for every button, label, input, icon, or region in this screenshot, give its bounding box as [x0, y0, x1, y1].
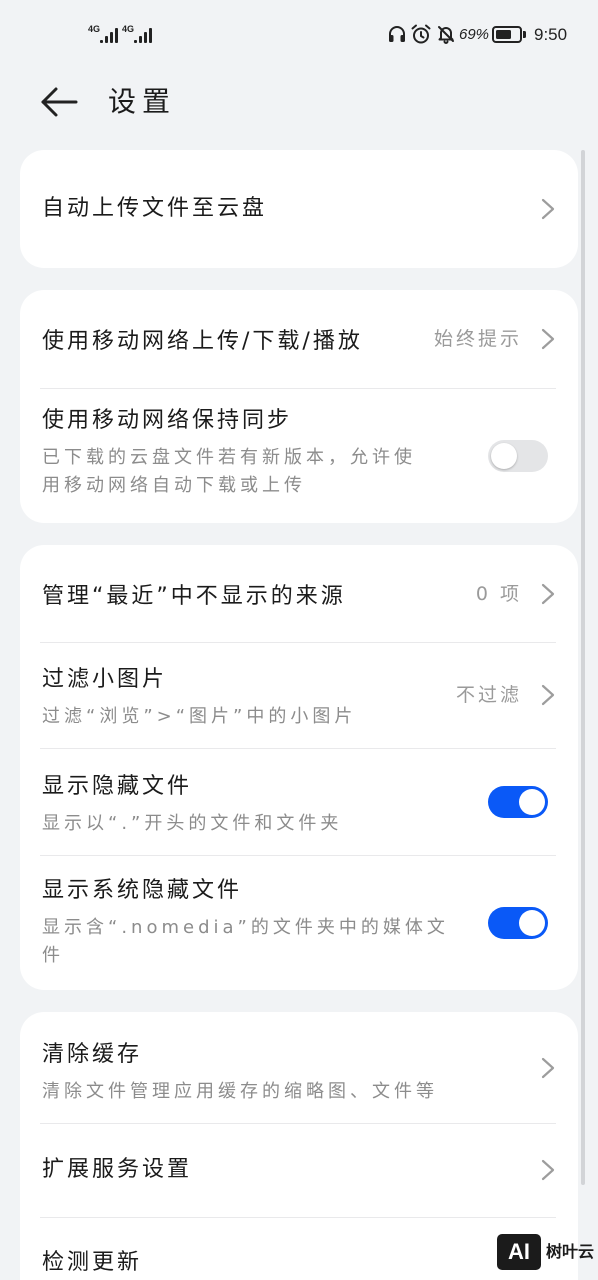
- bell-off-icon: [438, 26, 454, 44]
- filter-small-images-value: 不过滤: [455, 684, 522, 706]
- hidden-recent-sources-row[interactable]: 管理“最近”中不显示的来源 0 项: [20, 545, 578, 642]
- network-type-label: 4G: [122, 24, 135, 34]
- extension-services-title: 扩展服务设置: [42, 1157, 193, 1182]
- signal-bars: [134, 27, 154, 43]
- chevron-right-icon: [541, 1057, 555, 1078]
- subtitle-line: 显示含“.nomedia”的文件夹中的媒体文: [42, 916, 449, 938]
- mobile-data-sync-subtitle: 已下载的云盘文件若有新版本，允许使 用移动网络自动下载或上传: [42, 444, 476, 500]
- watermark-text: 树叶云: [546, 1242, 595, 1261]
- battery-body: [492, 26, 522, 43]
- chevron-right-icon: [541, 328, 555, 350]
- toggle-knob: [519, 788, 545, 815]
- battery-fill: [496, 30, 512, 39]
- extension-services-row[interactable]: 扩展服务设置: [20, 1123, 578, 1217]
- chevron-right-icon: [541, 583, 555, 604]
- chevron-right-icon: [541, 198, 555, 220]
- row-text: 过滤小图片 过滤“浏览”>“图片”中的小图片: [42, 665, 444, 731]
- show-hidden-files-title: 显示隐藏文件: [42, 773, 193, 799]
- arrow-left-icon: [41, 87, 78, 117]
- row-trailing: 始终提示: [434, 326, 555, 352]
- filter-small-images-row[interactable]: 过滤小图片 过滤“浏览”>“图片”中的小图片 不过滤: [20, 642, 578, 748]
- display-settings-card: 管理“最近”中不显示的来源 0 项 过滤小图片 过滤“浏览”>“图片”中的小图片…: [20, 545, 578, 990]
- mobile-data-transfer-value: 始终提示: [433, 328, 522, 350]
- subtitle-line: 已下载的云盘文件若有新版本，允许使: [42, 446, 416, 468]
- subtitle-line: 显示以“.”开头的文件和文件夹: [42, 812, 343, 834]
- mobile-network-card: 使用移动网络上传/下载/播放 始终提示 使用移动网络保持同步 已下载的云盘文件若…: [20, 290, 578, 523]
- scrollbar[interactable]: [581, 150, 585, 1185]
- subtitle-line: 过滤“浏览”>“图片”中的小图片: [42, 706, 357, 727]
- row-trailing: [488, 785, 555, 818]
- signal-bars-icon: 4G: [122, 22, 154, 44]
- show-hidden-files-subtitle: 显示以“.”开头的文件和文件夹: [42, 810, 476, 838]
- clear-cache-title: 清除缓存: [42, 1041, 143, 1067]
- subtitle-line: 用移动网络自动下载或上传: [42, 474, 306, 496]
- row-trailing: 不过滤: [456, 682, 555, 708]
- chevron-right-icon: [541, 1159, 555, 1181]
- toggle-knob: [519, 909, 545, 936]
- row-text: 清除缓存 清除文件管理应用缓存的缩略图、文件等: [42, 1040, 529, 1106]
- row-trailing: [541, 1057, 555, 1079]
- subtitle-line: 清除文件管理应用缓存的缩略图、文件等: [42, 1080, 438, 1102]
- show-system-hidden-files-subtitle: 显示含“.nomedia”的文件夹中的媒体文 件: [42, 914, 476, 970]
- row-text: 扩展服务设置: [42, 1155, 529, 1185]
- mobile-data-transfer-row[interactable]: 使用移动网络上传/下载/播放 始终提示: [20, 290, 578, 388]
- network-type-label: 4G: [88, 24, 101, 34]
- hidden-recent-sources-title: 管理“最近”中不显示的来源: [42, 583, 346, 609]
- mobile-data-sync-title: 使用移动网络保持同步: [42, 407, 293, 433]
- battery-percent: 69%: [459, 26, 490, 43]
- row-text: 使用移动网络上传/下载/播放: [42, 327, 422, 357]
- maintenance-card: 清除缓存 清除文件管理应用缓存的缩略图、文件等 扩展服务设置 检测更新: [20, 1012, 578, 1280]
- clear-cache-row[interactable]: 清除缓存 清除文件管理应用缓存的缩略图、文件等: [20, 1012, 578, 1123]
- signal-bars: [100, 27, 120, 43]
- clear-cache-subtitle: 清除文件管理应用缓存的缩略图、文件等: [42, 1078, 529, 1106]
- filter-small-images-title: 过滤小图片: [42, 667, 168, 692]
- watermark-logo: AI: [497, 1234, 541, 1270]
- row-text: 显示系统隐藏文件 显示含“.nomedia”的文件夹中的媒体文 件: [42, 876, 476, 970]
- chevron-right-icon: [541, 684, 555, 706]
- filter-small-images-subtitle: 过滤“浏览”>“图片”中的小图片: [42, 703, 444, 731]
- hidden-recent-sources-count: 0 项: [475, 582, 522, 605]
- row-text: 检测更新: [42, 1248, 555, 1278]
- auto-upload-cloud-row[interactable]: 自动上传文件至云盘: [20, 150, 578, 268]
- clock-time: 9:50: [534, 25, 568, 44]
- row-trailing: [488, 439, 555, 472]
- battery-tip: [523, 31, 526, 38]
- show-system-hidden-files-toggle[interactable]: [488, 906, 548, 939]
- auto-upload-cloud-title: 自动上传文件至云盘: [42, 196, 268, 221]
- back-button[interactable]: [40, 86, 80, 118]
- cloud-settings-card: 自动上传文件至云盘: [20, 150, 578, 268]
- row-trailing: [541, 1159, 555, 1181]
- toggle-knob: [491, 442, 517, 469]
- row-trailing: [488, 906, 555, 939]
- alarm-icon: [411, 24, 431, 44]
- row-text: 自动上传文件至云盘: [42, 194, 529, 224]
- mobile-data-sync-toggle[interactable]: [488, 439, 548, 472]
- page-title: 设置: [108, 85, 177, 118]
- status-bar: 4G 4G 69% 9:50: [0, 0, 598, 64]
- row-trailing: 0 项: [476, 581, 555, 607]
- row-text: 显示隐藏文件 显示以“.”开头的文件和文件夹: [42, 772, 476, 838]
- mobile-data-sync-row[interactable]: 使用移动网络保持同步 已下载的云盘文件若有新版本，允许使 用移动网络自动下载或上…: [20, 388, 578, 523]
- mobile-data-transfer-title: 使用移动网络上传/下载/播放: [42, 329, 363, 354]
- show-hidden-files-toggle[interactable]: [488, 785, 548, 818]
- show-system-hidden-files-title: 显示系统隐藏文件: [42, 877, 243, 903]
- battery-icon: [492, 26, 526, 43]
- headphones-icon: [389, 26, 405, 42]
- signal-bars-icon: 4G: [88, 22, 120, 44]
- row-trailing: [541, 198, 555, 220]
- row-text: 管理“最近”中不显示的来源: [42, 582, 464, 612]
- row-text: 使用移动网络保持同步 已下载的云盘文件若有新版本，允许使 用移动网络自动下载或上…: [42, 406, 476, 500]
- check-update-title: 检测更新: [42, 1250, 143, 1275]
- subtitle-line: 件: [42, 944, 64, 966]
- check-update-row[interactable]: 检测更新: [20, 1217, 578, 1280]
- show-system-hidden-files-row[interactable]: 显示系统隐藏文件 显示含“.nomedia”的文件夹中的媒体文 件: [20, 855, 578, 990]
- show-hidden-files-row[interactable]: 显示隐藏文件 显示以“.”开头的文件和文件夹: [20, 748, 578, 855]
